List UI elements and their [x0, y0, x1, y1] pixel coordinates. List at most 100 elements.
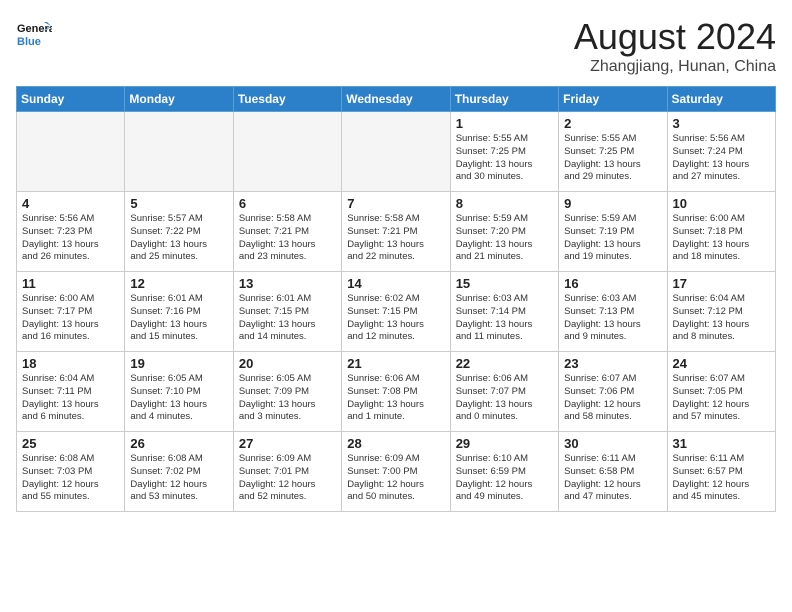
day-number: 25 — [22, 436, 119, 451]
calendar-cell: 26 Sunrise: 6:08 AM Sunset: 7:02 PM Dayli… — [125, 432, 233, 512]
cell-info: Sunrise: 5:59 AM Sunset: 7:19 PM Dayligh… — [564, 213, 661, 264]
day-number: 2 — [564, 116, 661, 131]
day-number: 10 — [673, 196, 770, 211]
day-number: 15 — [456, 276, 553, 291]
day-number: 4 — [22, 196, 119, 211]
cell-info: Sunrise: 6:03 AM Sunset: 7:14 PM Dayligh… — [456, 293, 553, 344]
calendar-cell: 9 Sunrise: 5:59 AM Sunset: 7:19 PM Daylig… — [559, 192, 667, 272]
calendar-cell: 27 Sunrise: 6:09 AM Sunset: 7:01 PM Dayli… — [233, 432, 341, 512]
day-number: 12 — [130, 276, 227, 291]
calendar-cell: 6 Sunrise: 5:58 AM Sunset: 7:21 PM Daylig… — [233, 192, 341, 272]
cell-info: Sunrise: 6:05 AM Sunset: 7:10 PM Dayligh… — [130, 373, 227, 424]
calendar-cell: 29Sunrise: 6:10 AM Sunset: 6:59 PM Dayli… — [450, 432, 558, 512]
cell-info: Sunrise: 6:07 AM Sunset: 7:06 PM Dayligh… — [564, 373, 661, 424]
location-title: Zhangjiang, Hunan, China — [574, 58, 776, 76]
col-header-friday: Friday — [559, 87, 667, 112]
col-header-tuesday: Tuesday — [233, 87, 341, 112]
col-header-saturday: Saturday — [667, 87, 775, 112]
cell-info: Sunrise: 5:56 AM Sunset: 7:24 PM Dayligh… — [673, 133, 770, 184]
calendar-cell: 10Sunrise: 6:00 AM Sunset: 7:18 PM Dayli… — [667, 192, 775, 272]
cell-info: Sunrise: 5:55 AM Sunset: 7:25 PM Dayligh… — [564, 133, 661, 184]
header-row: SundayMondayTuesdayWednesdayThursdayFrid… — [17, 87, 776, 112]
cell-info: Sunrise: 5:59 AM Sunset: 7:20 PM Dayligh… — [456, 213, 553, 264]
calendar-cell — [233, 112, 341, 192]
cell-info: Sunrise: 6:11 AM Sunset: 6:57 PM Dayligh… — [673, 453, 770, 504]
calendar-cell: 11 Sunrise: 6:00 AM Sunset: 7:17 PM Dayli… — [17, 272, 125, 352]
calendar-cell: 17 Sunrise: 6:04 AM Sunset: 7:12 PM Dayli… — [667, 272, 775, 352]
day-number: 13 — [239, 276, 336, 291]
day-number: 5 — [130, 196, 227, 211]
day-number: 27 — [239, 436, 336, 451]
day-number: 17 — [673, 276, 770, 291]
cell-info: Sunrise: 5:58 AM Sunset: 7:21 PM Dayligh… — [347, 213, 444, 264]
day-number: 11 — [22, 276, 119, 291]
cell-info: Sunrise: 5:57 AM Sunset: 7:22 PM Dayligh… — [130, 213, 227, 264]
day-number: 9 — [564, 196, 661, 211]
calendar-cell: 4 Sunrise: 5:56 AM Sunset: 7:23 PM Daylig… — [17, 192, 125, 272]
calendar-cell: 30Sunrise: 6:11 AM Sunset: 6:58 PM Dayli… — [559, 432, 667, 512]
calendar-cell: 22 Sunrise: 6:06 AM Sunset: 7:07 PM Dayli… — [450, 352, 558, 432]
cell-info: Sunrise: 5:56 AM Sunset: 7:23 PM Dayligh… — [22, 213, 119, 264]
day-number: 26 — [130, 436, 227, 451]
day-number: 14 — [347, 276, 444, 291]
calendar-cell — [125, 112, 233, 192]
day-number: 31 — [673, 436, 770, 451]
cell-info: Sunrise: 6:09 AM Sunset: 7:01 PM Dayligh… — [239, 453, 336, 504]
calendar-cell — [17, 112, 125, 192]
day-number: 20 — [239, 356, 336, 371]
calendar-cell: 23 Sunrise: 6:07 AM Sunset: 7:06 PM Dayli… — [559, 352, 667, 432]
calendar-cell: 13 Sunrise: 6:01 AM Sunset: 7:15 PM Dayli… — [233, 272, 341, 352]
logo-svg: General Blue — [16, 16, 52, 52]
cell-info: Sunrise: 6:00 AM Sunset: 7:17 PM Dayligh… — [22, 293, 119, 344]
week-row-1: 1 Sunrise: 5:55 AM Sunset: 7:25 PM Daylig… — [17, 112, 776, 192]
cell-info: Sunrise: 6:02 AM Sunset: 7:15 PM Dayligh… — [347, 293, 444, 344]
calendar-cell: 8 Sunrise: 5:59 AM Sunset: 7:20 PM Daylig… — [450, 192, 558, 272]
page-header: General Blue August 2024 Zhangjiang, Hun… — [16, 16, 776, 76]
svg-text:Blue: Blue — [17, 36, 41, 48]
calendar-cell: 2 Sunrise: 5:55 AM Sunset: 7:25 PM Daylig… — [559, 112, 667, 192]
calendar-cell: 18 Sunrise: 6:04 AM Sunset: 7:11 PM Dayli… — [17, 352, 125, 432]
day-number: 16 — [564, 276, 661, 291]
cell-info: Sunrise: 6:06 AM Sunset: 7:08 PM Dayligh… — [347, 373, 444, 424]
cell-info: Sunrise: 6:10 AM Sunset: 6:59 PM Dayligh… — [456, 453, 553, 504]
cell-info: Sunrise: 6:07 AM Sunset: 7:05 PM Dayligh… — [673, 373, 770, 424]
cell-info: Sunrise: 6:04 AM Sunset: 7:11 PM Dayligh… — [22, 373, 119, 424]
calendar-cell: 15 Sunrise: 6:03 AM Sunset: 7:14 PM Dayli… — [450, 272, 558, 352]
cell-info: Sunrise: 5:55 AM Sunset: 7:25 PM Dayligh… — [456, 133, 553, 184]
cell-info: Sunrise: 6:08 AM Sunset: 7:02 PM Dayligh… — [130, 453, 227, 504]
day-number: 18 — [22, 356, 119, 371]
cell-info: Sunrise: 6:04 AM Sunset: 7:12 PM Dayligh… — [673, 293, 770, 344]
day-number: 22 — [456, 356, 553, 371]
calendar-cell: 14 Sunrise: 6:02 AM Sunset: 7:15 PM Dayli… — [342, 272, 450, 352]
week-row-2: 4 Sunrise: 5:56 AM Sunset: 7:23 PM Daylig… — [17, 192, 776, 272]
day-number: 28 — [347, 436, 444, 451]
calendar-cell: 16Sunrise: 6:03 AM Sunset: 7:13 PM Dayli… — [559, 272, 667, 352]
cell-info: Sunrise: 6:05 AM Sunset: 7:09 PM Dayligh… — [239, 373, 336, 424]
calendar-cell: 28 Sunrise: 6:09 AM Sunset: 7:00 PM Dayli… — [342, 432, 450, 512]
day-number: 21 — [347, 356, 444, 371]
day-number: 1 — [456, 116, 553, 131]
day-number: 8 — [456, 196, 553, 211]
col-header-monday: Monday — [125, 87, 233, 112]
col-header-wednesday: Wednesday — [342, 87, 450, 112]
calendar-cell: 21 Sunrise: 6:06 AM Sunset: 7:08 PM Dayli… — [342, 352, 450, 432]
cell-info: Sunrise: 6:01 AM Sunset: 7:15 PM Dayligh… — [239, 293, 336, 344]
cell-info: Sunrise: 6:09 AM Sunset: 7:00 PM Dayligh… — [347, 453, 444, 504]
calendar-cell: 1 Sunrise: 5:55 AM Sunset: 7:25 PM Daylig… — [450, 112, 558, 192]
day-number: 19 — [130, 356, 227, 371]
col-header-thursday: Thursday — [450, 87, 558, 112]
calendar-cell: 7 Sunrise: 5:58 AM Sunset: 7:21 PM Daylig… — [342, 192, 450, 272]
cell-info: Sunrise: 5:58 AM Sunset: 7:21 PM Dayligh… — [239, 213, 336, 264]
day-number: 6 — [239, 196, 336, 211]
title-block: August 2024 Zhangjiang, Hunan, China — [574, 16, 776, 76]
day-number: 30 — [564, 436, 661, 451]
calendar-cell: 24Sunrise: 6:07 AM Sunset: 7:05 PM Dayli… — [667, 352, 775, 432]
day-number: 7 — [347, 196, 444, 211]
logo: General Blue — [16, 16, 52, 52]
calendar-cell: 19 Sunrise: 6:05 AM Sunset: 7:10 PM Dayli… — [125, 352, 233, 432]
cell-info: Sunrise: 6:01 AM Sunset: 7:16 PM Dayligh… — [130, 293, 227, 344]
cell-info: Sunrise: 6:06 AM Sunset: 7:07 PM Dayligh… — [456, 373, 553, 424]
calendar-cell: 20 Sunrise: 6:05 AM Sunset: 7:09 PM Dayli… — [233, 352, 341, 432]
calendar-cell: 3Sunrise: 5:56 AM Sunset: 7:24 PM Daylig… — [667, 112, 775, 192]
day-number: 23 — [564, 356, 661, 371]
